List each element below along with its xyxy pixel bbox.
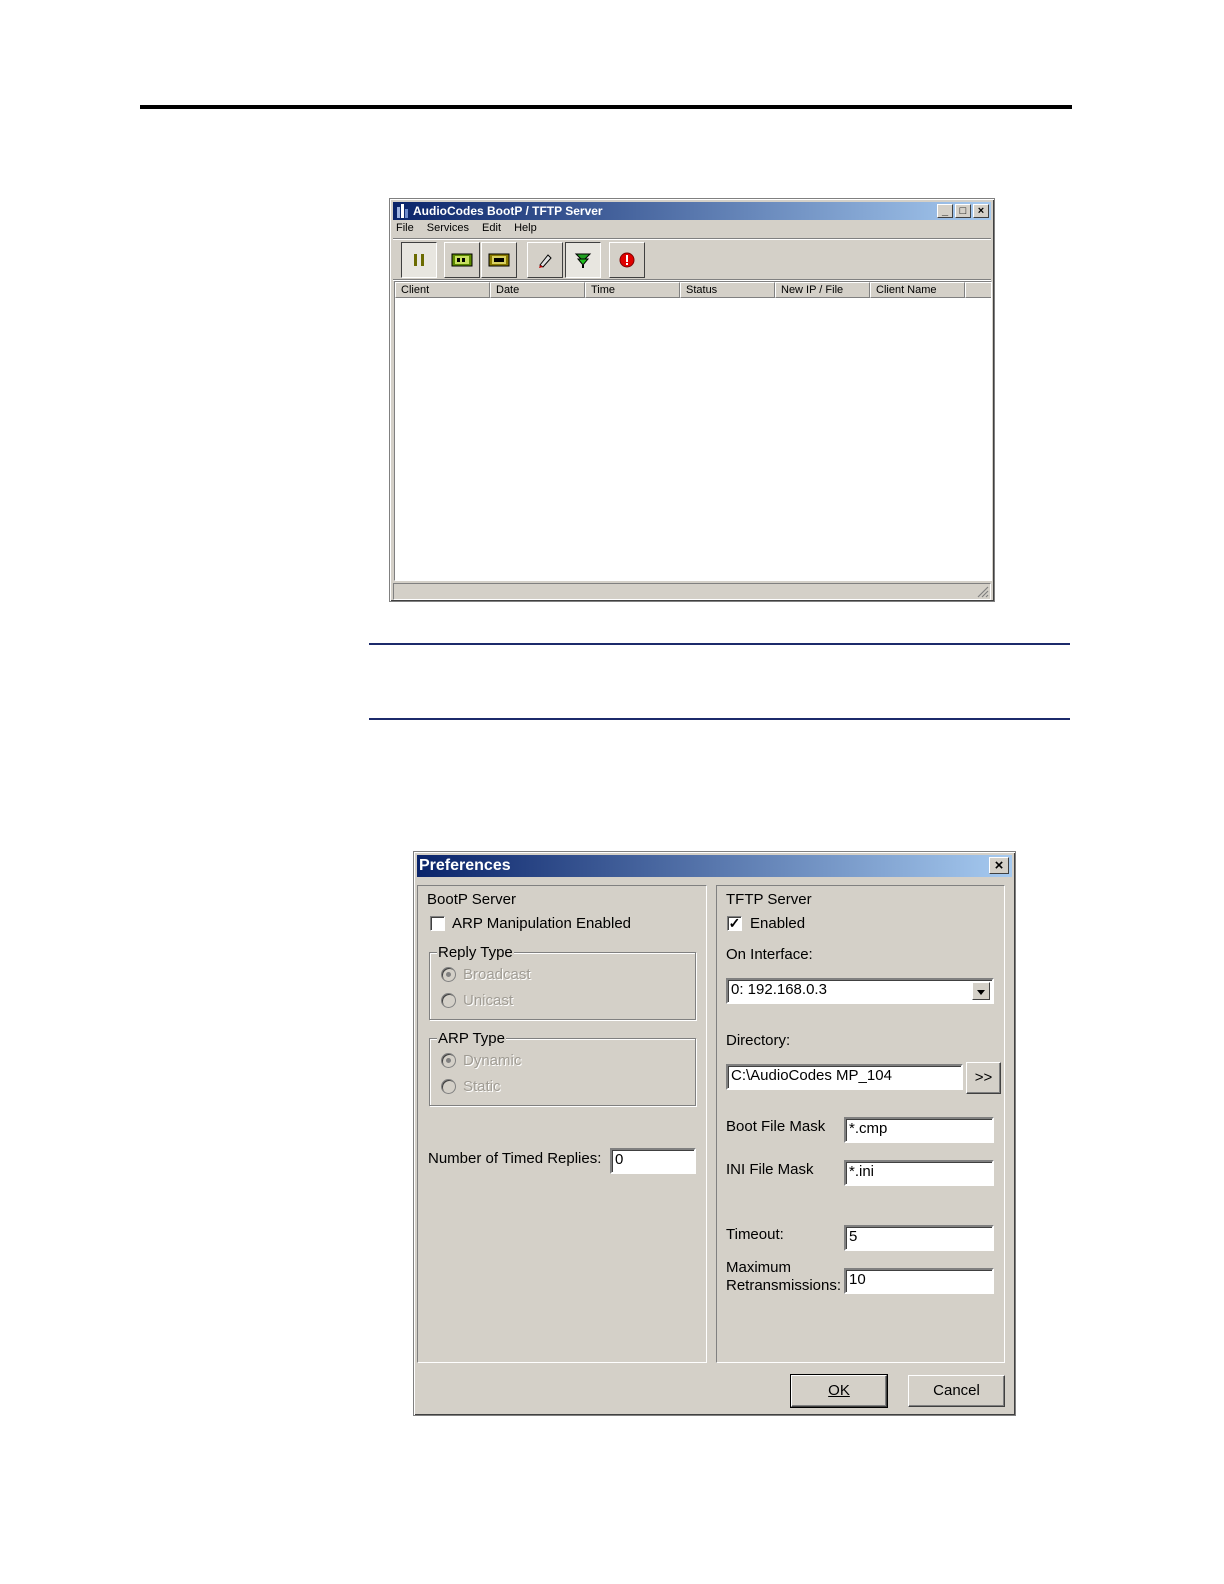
reset-button[interactable] xyxy=(609,242,645,278)
pause-icon xyxy=(414,254,424,266)
title-bar[interactable]: AudioCodes BootP / TFTP Server _ □ × xyxy=(393,202,991,220)
pause-button[interactable] xyxy=(401,242,437,278)
bootp-server-legend: BootP Server xyxy=(426,891,517,908)
column-status[interactable]: Status xyxy=(680,282,775,298)
clear-log-button[interactable] xyxy=(527,242,563,278)
column-client[interactable]: Client xyxy=(395,282,490,298)
filter-clients-icon xyxy=(574,253,592,268)
arp-type-legend: ARP Type xyxy=(437,1030,506,1047)
arp-manipulation-checkbox[interactable] xyxy=(430,916,445,931)
tftp-server-group xyxy=(721,898,998,1357)
reset-icon xyxy=(619,252,635,268)
arp-type-group xyxy=(429,1038,696,1106)
app-icon xyxy=(397,204,408,218)
timed-replies-input[interactable]: 0 xyxy=(610,1148,696,1174)
column-new-ip-file[interactable]: New IP / File xyxy=(775,282,870,298)
bootp-tftp-server-window: AudioCodes BootP / TFTP Server _ □ × Fil… xyxy=(389,198,995,602)
radio-unicast[interactable] xyxy=(441,993,456,1008)
column-client-name[interactable]: Client Name xyxy=(870,282,965,298)
note-top-rule xyxy=(369,643,1070,645)
reply-type-legend: Reply Type xyxy=(437,944,514,961)
menu-file[interactable]: File xyxy=(396,222,414,234)
preferences-dialog: Preferences × BootP Server ARP Manipulat… xyxy=(413,851,1016,1416)
dialog-title-bar[interactable]: Preferences × xyxy=(417,855,1012,877)
menu-bar: File Services Edit Help xyxy=(396,222,547,238)
list-header: Client Date Time Status New IP / File Cl… xyxy=(395,282,991,298)
dialog-close-button[interactable]: × xyxy=(989,857,1009,874)
timed-replies-label: Number of Timed Replies: xyxy=(428,1150,602,1167)
bootp-clients-icon xyxy=(451,253,473,267)
bootp-panel: BootP Server ARP Manipulation Enabled Re… xyxy=(417,885,707,1363)
radio-dynamic[interactable] xyxy=(441,1053,456,1068)
radio-broadcast[interactable] xyxy=(441,967,456,982)
client-log-list[interactable]: Client Date Time Status New IP / File Cl… xyxy=(394,281,992,581)
window-title: AudioCodes BootP / TFTP Server xyxy=(413,204,603,218)
maximize-button[interactable]: □ xyxy=(955,204,971,218)
note-bottom-rule xyxy=(369,718,1070,720)
page-top-rule xyxy=(140,105,1072,109)
templates-icon xyxy=(488,253,510,267)
cancel-button[interactable]: Cancel xyxy=(908,1375,1005,1407)
clear-log-icon xyxy=(539,254,552,268)
cancel-label: Cancel xyxy=(933,1382,980,1399)
reply-type-group xyxy=(429,952,696,1020)
filter-clients-button[interactable] xyxy=(565,242,601,278)
dialog-title: Preferences xyxy=(419,857,511,874)
resize-grip-icon[interactable] xyxy=(976,585,989,598)
column-filler xyxy=(965,282,991,298)
arp-manipulation-label[interactable]: ARP Manipulation Enabled xyxy=(452,915,631,932)
minimize-button[interactable]: _ xyxy=(937,204,953,218)
dynamic-label: Dynamic xyxy=(463,1052,522,1069)
static-label: Static xyxy=(463,1078,501,1095)
column-date[interactable]: Date xyxy=(490,282,585,298)
unicast-label: Unicast xyxy=(463,992,514,1009)
radio-static[interactable] xyxy=(441,1079,456,1094)
broadcast-label: Broadcast xyxy=(463,966,531,983)
clients-button[interactable] xyxy=(444,242,480,278)
column-time[interactable]: Time xyxy=(585,282,680,298)
ok-label: OK xyxy=(828,1382,850,1399)
status-bar xyxy=(393,583,991,600)
close-button[interactable]: × xyxy=(973,204,989,218)
templates-button[interactable] xyxy=(481,242,517,278)
ok-button[interactable]: OK xyxy=(790,1374,888,1408)
menu-separator xyxy=(393,238,991,240)
menu-services[interactable]: Services xyxy=(427,222,469,234)
menu-edit[interactable]: Edit xyxy=(482,222,501,234)
menu-help[interactable]: Help xyxy=(514,222,537,234)
